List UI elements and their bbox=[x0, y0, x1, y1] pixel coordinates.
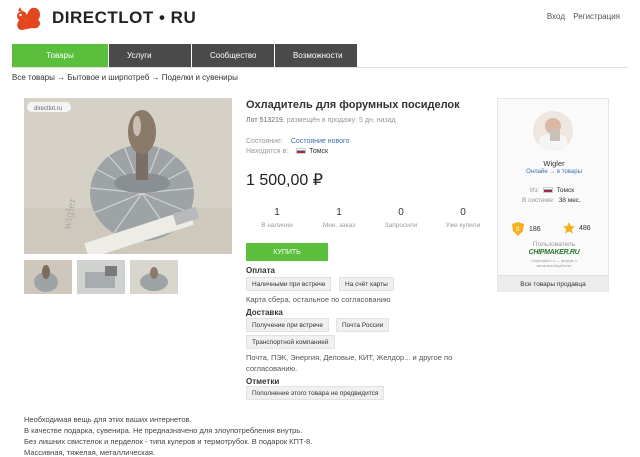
lot-number: Лот 513219 bbox=[246, 117, 283, 124]
stat-value: 0 bbox=[460, 207, 466, 218]
delivery-note: Почта, ПЭК, Энергия, Деловые, КИТ, Желдо… bbox=[246, 353, 453, 373]
nav-item-features[interactable]: Возможности bbox=[275, 44, 357, 67]
seller-all-items-button[interactable]: Все товары продавца bbox=[498, 275, 608, 292]
nav-item-community[interactable]: Сообщество bbox=[192, 44, 274, 67]
delivery-chip-transport: Транспортной компанией bbox=[246, 335, 335, 349]
seller-card: Wigler Онлайн → в товары Из: Томск В сист… bbox=[497, 98, 609, 292]
nav-item-goods[interactable]: Товары bbox=[12, 44, 108, 67]
thumbnail-1[interactable] bbox=[24, 260, 72, 294]
cooler-photo-image: directlot.ru wigler bbox=[24, 98, 232, 254]
payment-title: Оплата bbox=[246, 266, 275, 275]
thumbnail-image bbox=[130, 260, 178, 294]
delivery-chip-meeting: Получение при встрече bbox=[246, 318, 330, 332]
product-main-photo[interactable]: directlot.ru wigler bbox=[24, 98, 232, 254]
site-logo-text[interactable]: DIRECTLOT • RU bbox=[52, 8, 196, 28]
avatar-image bbox=[533, 111, 573, 151]
shield-rating-icon: S bbox=[512, 222, 524, 236]
lot-info: Лот 513219, размещён в продажу: 5 дн. на… bbox=[246, 117, 396, 124]
seller-since-value: 38 мес. bbox=[558, 197, 581, 204]
stat-min-order: 1 Мин. заказ bbox=[308, 207, 370, 229]
nav-item-services[interactable]: Услуги bbox=[109, 44, 191, 67]
stat-label: В наличии bbox=[261, 222, 293, 229]
nav-divider bbox=[12, 67, 628, 68]
product-price: 1 500,00 ₽ bbox=[246, 172, 323, 189]
payment-chip-card: На счёт карты bbox=[339, 277, 394, 291]
stat-label: Мин. заказ bbox=[322, 222, 356, 229]
site-header: DIRECTLOT • RU Вход Регистрация bbox=[0, 0, 640, 44]
seller-from-value: Томск bbox=[556, 187, 575, 194]
description-line: В качестве подарка, сувенира. Не предназ… bbox=[24, 426, 303, 435]
delivery-chip-post: Почта России bbox=[336, 318, 390, 332]
thumbnail-image bbox=[77, 260, 125, 294]
condition-label: Состояние: bbox=[246, 138, 283, 145]
chipmaker-badge-subtitle: Chipmaker.ru — форум о металлообработке bbox=[531, 258, 577, 268]
condition-row: Состояние: Состояние нового bbox=[246, 138, 349, 145]
seller-since-label: В системе: bbox=[522, 197, 555, 204]
location-row: Находится в: Томск bbox=[246, 148, 328, 155]
stat-value: 1 bbox=[274, 207, 280, 218]
thumbnail-2[interactable] bbox=[77, 260, 125, 294]
condition-value[interactable]: Состояние нового bbox=[291, 138, 349, 145]
russia-flag-icon bbox=[543, 187, 554, 194]
stat-requested: 0 Запросили bbox=[370, 207, 432, 229]
rating-shield-value: 186 bbox=[529, 225, 541, 233]
rating-shield: S 186 bbox=[510, 221, 541, 237]
seller-avatar[interactable] bbox=[533, 111, 573, 151]
stat-label: Запросили bbox=[384, 222, 418, 229]
rating-star-value: 486 bbox=[579, 224, 591, 232]
description-line: Массивная, тяжелая, металлическая. bbox=[24, 448, 156, 457]
seller-from-label: Из: bbox=[530, 187, 540, 194]
stat-in-stock: 1 В наличии bbox=[246, 207, 308, 229]
star-rating-icon bbox=[563, 222, 575, 234]
product-title: Охладитель для форумных посиделок bbox=[246, 99, 460, 111]
payment-note: Карта сбера, остальное по согласованию bbox=[246, 295, 391, 304]
svg-text:S: S bbox=[516, 227, 520, 233]
watermark: directlot.ru bbox=[34, 106, 62, 112]
breadcrumb[interactable]: Все товары → Бытовое и ширпотреб → Подел… bbox=[12, 73, 238, 82]
stat-value: 0 bbox=[398, 207, 404, 218]
seller-user-label: Пользователь bbox=[532, 241, 576, 248]
thumbnail-strip bbox=[24, 260, 183, 294]
auth-links: Вход Регистрация bbox=[541, 12, 620, 21]
russia-flag-icon bbox=[296, 148, 307, 155]
payment-chip-cash: Наличными при встрече bbox=[246, 277, 332, 291]
stat-label: Уже купили bbox=[445, 222, 481, 229]
page: DIRECTLOT • RU Вход Регистрация Товары У… bbox=[0, 0, 640, 457]
marks-title: Отметки bbox=[246, 377, 280, 386]
login-link[interactable]: Вход bbox=[547, 12, 565, 21]
seller-status[interactable]: Онлайн → в товары bbox=[498, 169, 610, 175]
product-description: Необходимая вещь для этих ваших интернет… bbox=[24, 414, 312, 457]
lot-meta: , размещён в продажу: 5 дн. назад bbox=[282, 117, 396, 124]
main-nav: Товары Услуги Сообщество Возможности bbox=[12, 44, 358, 67]
description-line: Без лишних свистелок и перделок - типа к… bbox=[24, 437, 313, 446]
stat-bought: 0 Уже купили bbox=[432, 207, 494, 229]
buy-button[interactable]: КУПИТЬ bbox=[246, 243, 328, 261]
seller-since-row: В системе: 38 мес. bbox=[522, 197, 581, 204]
stock-stats: 1 В наличии 1 Мин. заказ 0 Запросили 0 Уже к… bbox=[246, 207, 494, 229]
thumbnail-image bbox=[24, 260, 72, 294]
location-label: Находится в: bbox=[246, 148, 289, 155]
marks-chip-restock: Пополнение этого товара не предвидится bbox=[246, 386, 385, 400]
location-value: Томск bbox=[309, 148, 329, 155]
chipmaker-badge[interactable]: CHIPMAKER.RU bbox=[525, 249, 583, 256]
delivery-title: Доставка bbox=[246, 308, 283, 317]
seller-from-row: Из: Томск bbox=[530, 187, 574, 194]
description-line: Необходимая вещь для этих ваших интернет… bbox=[24, 415, 192, 424]
register-link[interactable]: Регистрация bbox=[573, 12, 620, 21]
squirrel-logo-icon[interactable] bbox=[12, 4, 44, 32]
seller-name[interactable]: Wigler bbox=[498, 159, 610, 168]
thumbnail-3[interactable] bbox=[130, 260, 178, 294]
rating-star: 486 bbox=[562, 221, 591, 235]
stat-value: 1 bbox=[336, 207, 342, 218]
